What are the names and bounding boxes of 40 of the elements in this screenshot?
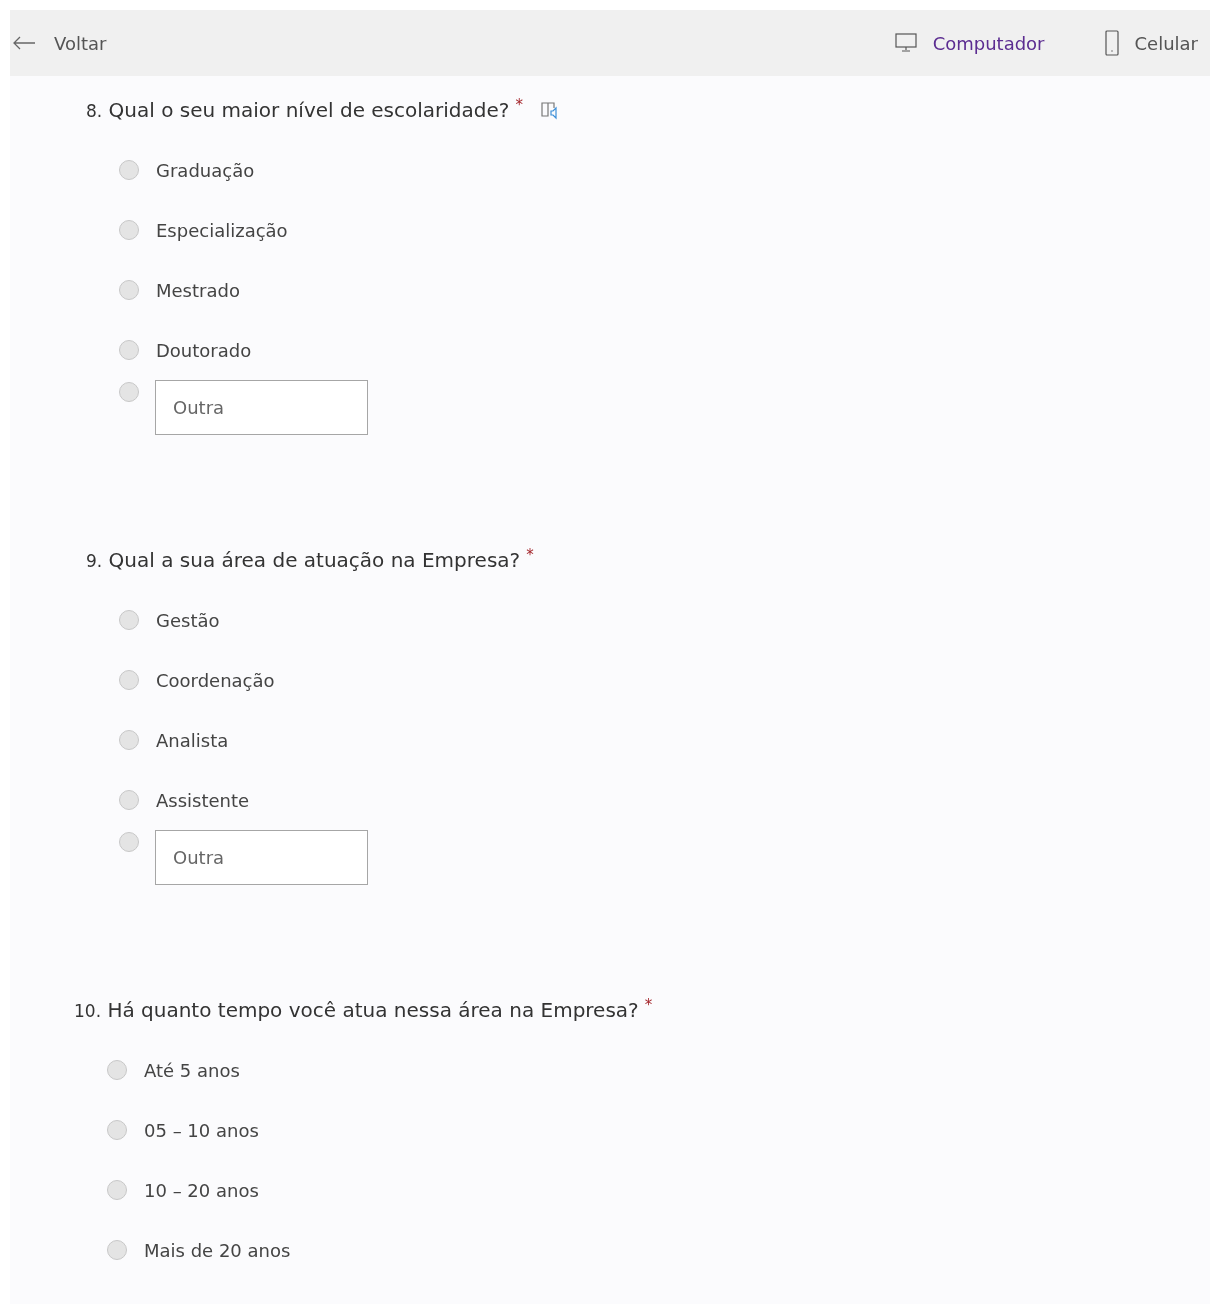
phone-icon xyxy=(1104,30,1119,56)
required-asterisk: * xyxy=(526,545,534,566)
back-arrow-icon xyxy=(12,36,36,50)
other-input-field[interactable]: Outra xyxy=(155,380,368,435)
question-title: 8. Qual o seu maior nível de escolaridade? xyxy=(86,97,510,124)
option-label: Mestrado xyxy=(156,278,240,303)
radio-button[interactable] xyxy=(119,730,139,750)
radio-button[interactable] xyxy=(119,340,139,360)
option-label: Doutorado xyxy=(156,338,252,363)
option-label: Analista xyxy=(156,728,229,753)
option-label: Mais de 20 anos xyxy=(144,1238,291,1263)
required-asterisk: * xyxy=(515,95,523,116)
radio-button[interactable] xyxy=(119,670,139,690)
option-label: Gestão xyxy=(156,608,220,633)
radio-button[interactable] xyxy=(119,790,139,810)
radio-button[interactable] xyxy=(107,1180,127,1200)
radio-button[interactable] xyxy=(119,382,139,402)
required-asterisk: * xyxy=(644,995,653,1016)
radio-button[interactable] xyxy=(119,160,139,180)
monitor-icon xyxy=(894,33,917,53)
radio-button[interactable] xyxy=(119,220,139,240)
view-mode-button[interactable]: Celular xyxy=(1104,29,1198,57)
option-label: Assistente xyxy=(156,788,250,813)
option-label: 05 – 10 anos xyxy=(144,1118,259,1143)
question-title: 9. Qual a sua área de atuação na Empresa? xyxy=(86,547,521,574)
view-mode-button[interactable]: Computador xyxy=(894,29,1045,57)
back-button[interactable]: Voltar xyxy=(10,29,107,57)
radio-button[interactable] xyxy=(107,1060,127,1080)
option-label: Coordenação xyxy=(156,668,275,693)
radio-button[interactable] xyxy=(119,610,139,630)
option-label: 10 – 20 anos xyxy=(144,1178,259,1203)
option-label: Especialização xyxy=(156,218,288,243)
radio-button[interactable] xyxy=(119,280,139,300)
other-input-field[interactable]: Outra xyxy=(155,830,368,885)
option-label: Graduação xyxy=(156,158,255,183)
radio-button[interactable] xyxy=(119,832,139,852)
radio-button[interactable] xyxy=(107,1120,127,1140)
question-title: 10. Há quanto tempo você atua nessa área na Empresa? xyxy=(74,997,639,1024)
radio-button[interactable] xyxy=(107,1240,127,1260)
option-label: Até 5 anos xyxy=(144,1058,240,1083)
